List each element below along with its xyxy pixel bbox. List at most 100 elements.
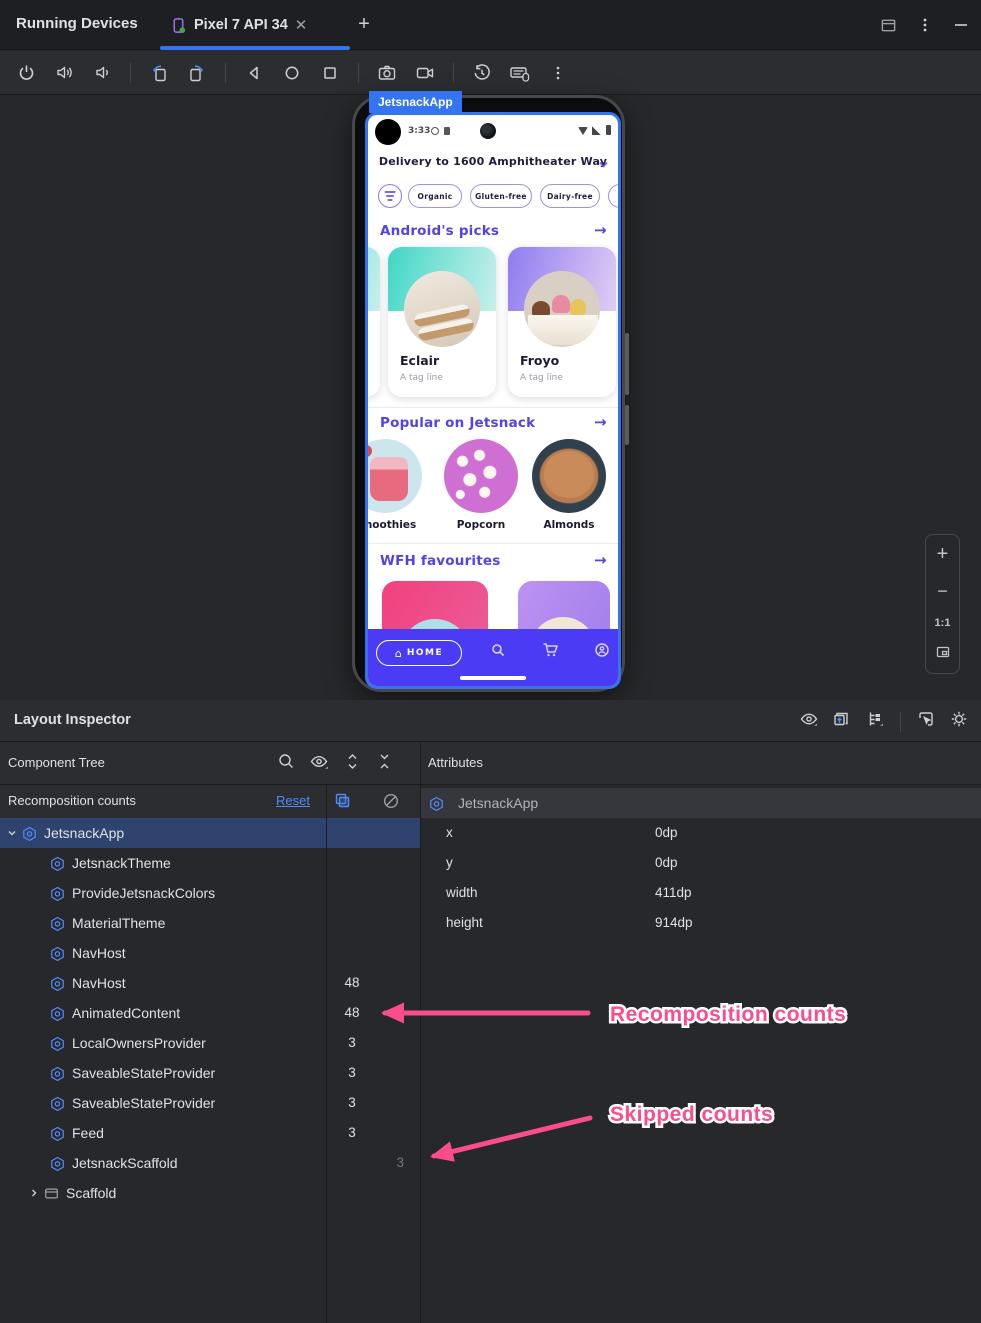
section-title-wfh: WFH favourites bbox=[380, 553, 501, 569]
filter-chip-Gluten-free[interactable]: Gluten-free bbox=[470, 184, 532, 208]
snack-photo-smoothies[interactable] bbox=[368, 439, 422, 513]
skipped-arrow bbox=[430, 1115, 593, 1162]
highlight-eye-icon[interactable] bbox=[309, 752, 330, 776]
snack-tagline: A tag line bbox=[400, 373, 443, 383]
screen-record-icon[interactable] bbox=[413, 61, 437, 85]
more-options-icon[interactable] bbox=[546, 61, 570, 85]
arrow-right-icon[interactable]: → bbox=[594, 415, 607, 430]
power-icon[interactable] bbox=[14, 61, 38, 85]
tree-row-JetsnackScaffold[interactable]: JetsnackScaffold 3 bbox=[0, 1148, 420, 1178]
rotate-right-icon[interactable] bbox=[185, 61, 209, 85]
snack-label-popcorn: Popcorn bbox=[456, 519, 506, 531]
device-toolbar bbox=[0, 51, 981, 136]
zoom-in-icon[interactable]: + bbox=[937, 543, 949, 566]
toolbar-separator bbox=[358, 62, 359, 83]
reset-counts-link[interactable]: Reset bbox=[276, 793, 310, 808]
window-layout-icon[interactable] bbox=[880, 17, 897, 34]
attributes-node-header[interactable]: JetsnackApp bbox=[421, 788, 981, 818]
zoom-out-icon[interactable]: − bbox=[937, 581, 948, 602]
kebab-menu-icon[interactable] bbox=[917, 17, 933, 33]
wfh-card[interactable] bbox=[518, 581, 610, 629]
window-tab-bar: Running Devices Pixel 7 API 34 ✕ + bbox=[0, 0, 981, 50]
clock-icon bbox=[431, 127, 439, 135]
inspector-node-label: JetsnackApp bbox=[369, 91, 462, 113]
snapshot-history-icon[interactable] bbox=[470, 61, 494, 85]
snack-card-eclair[interactable]: Eclair A tag line bbox=[388, 247, 496, 397]
zoom-fit-icon[interactable] bbox=[935, 644, 951, 665]
attribute-row-y: y 0dp bbox=[446, 855, 678, 870]
tree-row-Feed[interactable]: Feed 3 bbox=[0, 1118, 420, 1148]
filter-chip-Dairy-free[interactable]: Dairy-free bbox=[540, 184, 600, 208]
tree-row-NavHost[interactable]: NavHost bbox=[0, 938, 420, 968]
clear-counts-icon[interactable] bbox=[382, 792, 400, 815]
rotate-left-icon[interactable] bbox=[147, 61, 171, 85]
froyo-photo bbox=[524, 271, 600, 347]
tree-row-ProvideJetsnackColors[interactable]: ProvideJetsnackColors bbox=[0, 878, 420, 908]
recomposition-counts-label: Recomposition counts bbox=[8, 793, 136, 808]
tree-row-SaveableStateProvider[interactable]: SaveableStateProvider 3 bbox=[0, 1088, 420, 1118]
attributes-header: Attributes bbox=[428, 755, 483, 770]
snack-label-almonds: Almonds bbox=[543, 519, 595, 531]
arrow-right-icon[interactable]: → bbox=[594, 223, 607, 238]
snack-card-froyo[interactable]: Froyo A tag line bbox=[508, 247, 616, 397]
expand-all-icon[interactable] bbox=[343, 752, 362, 776]
wfh-card[interactable] bbox=[382, 581, 488, 629]
home-indicator[interactable] bbox=[460, 676, 526, 680]
window-title: Running Devices bbox=[16, 15, 138, 32]
zoom-1-to-1-button[interactable]: 1:1 bbox=[935, 617, 951, 629]
recomposition-counts-bar: Recomposition counts Reset bbox=[0, 785, 420, 818]
device-screen[interactable]: 3:33 Delivery to 1600 Amphitheater Way O… bbox=[365, 112, 621, 689]
back-icon[interactable] bbox=[242, 61, 266, 85]
tree-row-Scaffold[interactable]: Scaffold bbox=[0, 1178, 420, 1208]
divider bbox=[368, 407, 618, 408]
home-icon[interactable] bbox=[280, 61, 304, 85]
tab-close-icon[interactable]: ✕ bbox=[295, 18, 308, 33]
filter-chip-partial[interactable] bbox=[608, 184, 618, 208]
toolbar-separator bbox=[225, 62, 226, 83]
minimize-icon[interactable] bbox=[953, 17, 969, 33]
snack-photo-popcorn[interactable] bbox=[444, 439, 518, 513]
chevron-down-icon[interactable] bbox=[598, 155, 609, 174]
view-options-eye-icon[interactable] bbox=[799, 709, 819, 734]
panel-splitter[interactable] bbox=[420, 742, 421, 1323]
tree-row-AnimatedContent[interactable]: AnimatedContent 48 bbox=[0, 998, 420, 1028]
snack-photo-almonds[interactable] bbox=[532, 439, 606, 513]
tree-settings-icon[interactable] bbox=[865, 709, 885, 734]
filter-chip-row: Organic Gluten-free Dairy-free bbox=[368, 183, 618, 211]
nav-search-icon[interactable] bbox=[490, 642, 506, 662]
component-tree-rows: JetsnackApp JetsnackTheme ProvideJetsnackC… bbox=[0, 818, 420, 1208]
volume-up-icon[interactable] bbox=[52, 61, 76, 85]
bottom-nav-bar: ⌂ HOME bbox=[368, 629, 618, 686]
power-button bbox=[625, 405, 629, 445]
export-snapshot-icon[interactable] bbox=[832, 709, 852, 734]
delivery-address[interactable]: Delivery to 1600 Amphitheater Way bbox=[368, 155, 618, 168]
tree-row-LocalOwnersProvider[interactable]: LocalOwnersProvider 3 bbox=[0, 1028, 420, 1058]
tree-row-SaveableStateProvider[interactable]: SaveableStateProvider 3 bbox=[0, 1058, 420, 1088]
inspector-panel-headers: Component Tree Attributes bbox=[0, 742, 981, 785]
gear-icon[interactable] bbox=[949, 709, 969, 734]
show-counts-icon[interactable] bbox=[333, 791, 353, 816]
tab-pixel-7-api-34[interactable]: Pixel 7 API 34 ✕ bbox=[160, 0, 350, 50]
snack-name: Eclair bbox=[400, 353, 440, 368]
volume-down-icon[interactable] bbox=[90, 61, 114, 85]
nav-profile-icon[interactable] bbox=[594, 642, 610, 662]
filter-icon[interactable] bbox=[378, 184, 402, 208]
collapse-all-icon[interactable] bbox=[375, 752, 394, 776]
snack-card-partial[interactable] bbox=[368, 247, 380, 397]
tree-row-JetsnackApp[interactable]: JetsnackApp bbox=[0, 818, 420, 848]
tree-row-MaterialTheme[interactable]: MaterialTheme bbox=[0, 908, 420, 938]
counts-column-divider[interactable] bbox=[326, 785, 327, 1323]
nav-cart-icon[interactable] bbox=[542, 642, 559, 662]
search-icon[interactable] bbox=[277, 752, 296, 776]
tree-row-JetsnackTheme[interactable]: JetsnackTheme bbox=[0, 848, 420, 878]
arrow-right-icon[interactable]: → bbox=[594, 553, 607, 568]
screenshot-icon[interactable] bbox=[375, 61, 399, 85]
nav-home-button[interactable]: ⌂ HOME bbox=[376, 640, 462, 666]
add-tab-button[interactable]: + bbox=[352, 12, 376, 36]
tab-label: Pixel 7 API 34 bbox=[194, 17, 288, 33]
filter-chip-Organic[interactable]: Organic bbox=[408, 184, 462, 208]
hardware-input-icon[interactable] bbox=[508, 61, 532, 85]
overview-icon[interactable] bbox=[318, 61, 342, 85]
tree-row-NavHost[interactable]: NavHost 48 bbox=[0, 968, 420, 998]
select-component-icon[interactable] bbox=[916, 709, 936, 734]
